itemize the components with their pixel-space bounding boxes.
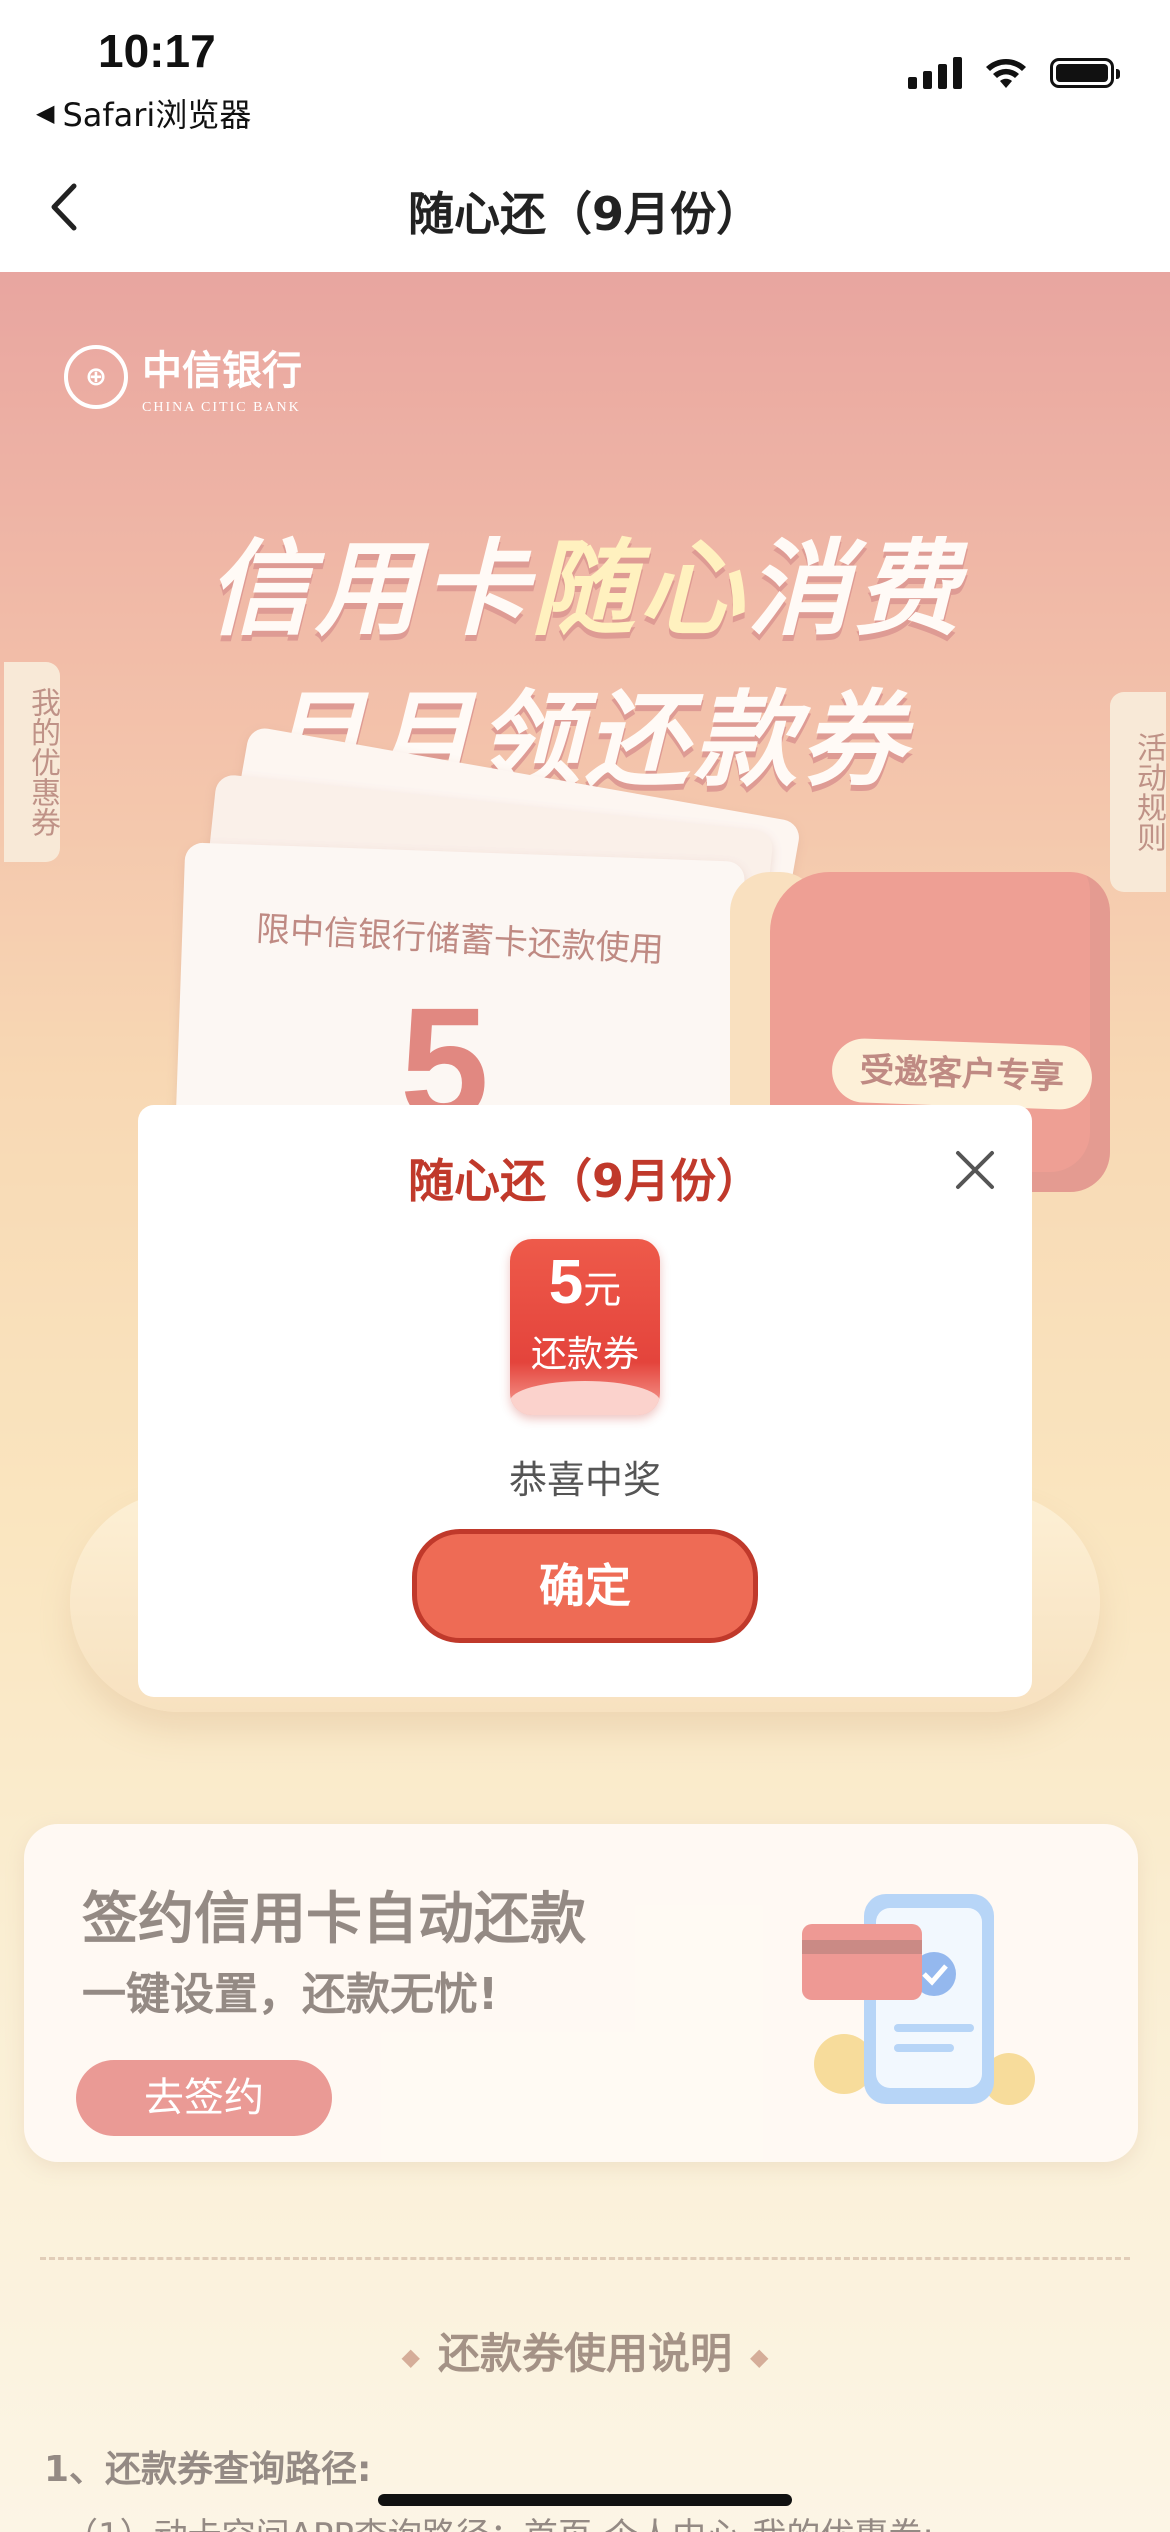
prize-text: 恭喜中奖 — [508, 1458, 661, 1502]
coupon-amount: 5元 — [510, 1247, 660, 1318]
status-icons — [908, 56, 1120, 90]
confirm-button[interactable]: 确定 — [412, 1529, 758, 1643]
status-time: 10:17 — [98, 25, 216, 77]
modal-title: 随心还（9月份） — [407, 1154, 762, 1208]
back-to-app-link[interactable]: ◀ Safari浏览器 — [36, 90, 251, 136]
signal-icon — [908, 57, 962, 89]
home-indicator[interactable] — [378, 2494, 792, 2506]
battery-icon — [1050, 58, 1120, 88]
coupon-stripe — [510, 1381, 660, 1415]
close-icon[interactable] — [952, 1147, 998, 1193]
prize-modal: 随心还（9月份） 5元 还款券 恭喜中奖 确定 — [138, 1105, 1032, 1697]
coupon-amount-number: 5 — [548, 1248, 584, 1317]
back-app-label: Safari浏览器 — [62, 96, 252, 134]
page-title: 随心还（9月份） — [407, 187, 762, 241]
status-bar: 10:17 ◀ Safari浏览器 — [0, 0, 1170, 140]
coupon-amount-unit: 元 — [583, 1268, 622, 1312]
coupon-name: 还款券 — [530, 1334, 639, 1375]
wifi-icon — [986, 59, 1026, 88]
coupon-icon: 5元 还款券 — [510, 1239, 660, 1415]
nav-bar: 随心还（9月份） — [0, 140, 1170, 272]
back-triangle-icon: ◀ — [36, 99, 55, 127]
